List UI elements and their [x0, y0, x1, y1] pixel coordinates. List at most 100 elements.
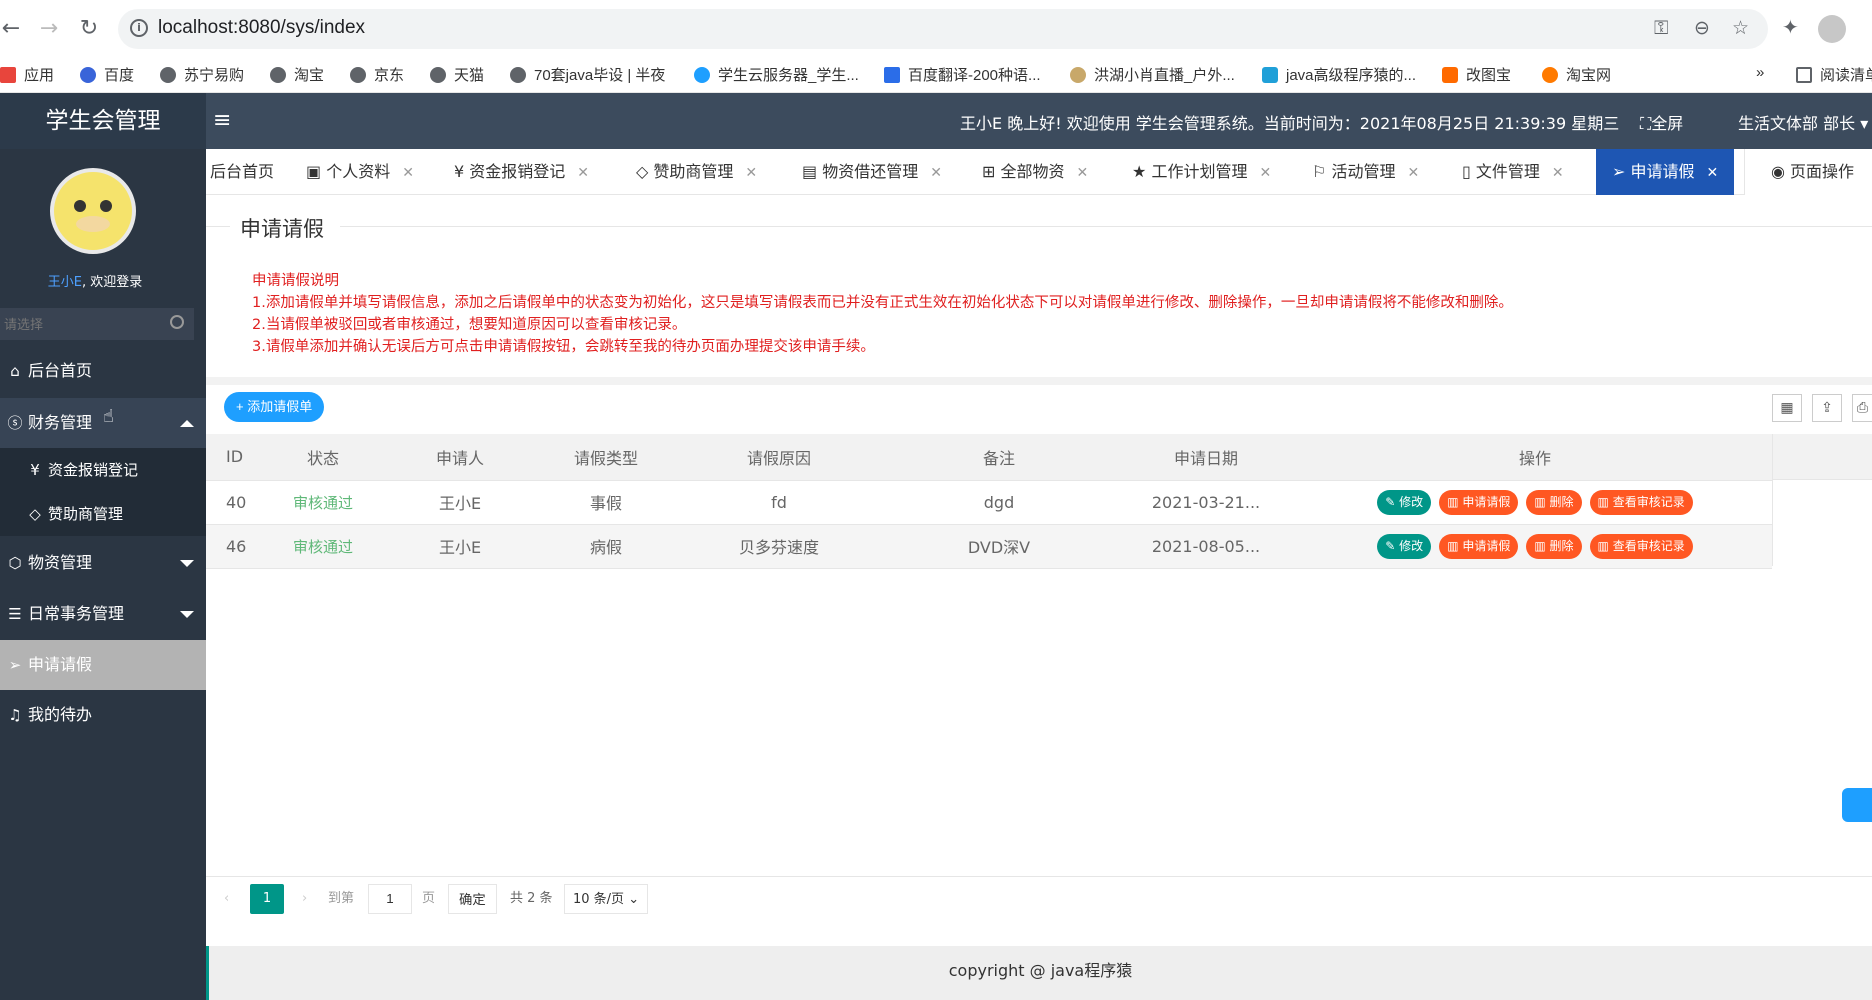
forward-icon[interactable]: →	[38, 14, 60, 44]
bookmark-gaitubao[interactable]: 改图宝	[1442, 64, 1511, 85]
tab-sponsor[interactable]: ◇ 赞助商管理 ✕	[636, 149, 757, 195]
tab-leave[interactable]: ➢ 申请请假 ✕	[1596, 149, 1735, 195]
info-icon[interactable]: i	[130, 19, 148, 37]
sidebar-search-input[interactable]	[0, 308, 160, 340]
tab-profile[interactable]: ▣ 个人资料 ✕	[306, 149, 414, 195]
sidebar-item-reimbursement[interactable]: ¥ 资金报销登记	[0, 448, 206, 492]
edit-button[interactable]: ✎ 修改	[1377, 533, 1432, 559]
grid-icon: ⊞	[982, 162, 1001, 181]
page-number-current[interactable]: 1	[250, 884, 284, 914]
column-header[interactable]: 申请日期	[1114, 434, 1298, 481]
reload-icon[interactable]: ↻	[78, 14, 100, 44]
sidebar-item-todo[interactable]: ♫ 我的待办	[0, 690, 206, 740]
pencil-icon: ✎	[1385, 538, 1400, 553]
close-icon[interactable]: ✕	[1552, 165, 1564, 181]
delete-button[interactable]: ▥ 删除	[1526, 533, 1582, 559]
bookmark-student-cloud[interactable]: 学生云服务器_学生...	[694, 64, 859, 85]
sidebar-item-daily[interactable]: ☰ 日常事务管理	[0, 589, 206, 639]
profile-avatar-icon[interactable]	[1818, 15, 1846, 43]
tab-home[interactable]: 后台首页	[210, 149, 274, 195]
bookmark-bilibili[interactable]: java高级程序猿的...	[1262, 64, 1416, 85]
apply-leave-button[interactable]: ▥ 申请请假	[1439, 533, 1519, 559]
tab-bar: 后台首页 ▣ 个人资料 ✕ ¥ 资金报销登记 ✕ ◇ 赞助商管理 ✕ ▤ 物资借还管理…	[206, 149, 1872, 195]
close-icon[interactable]: ✕	[1259, 165, 1271, 181]
close-icon[interactable]: ✕	[402, 165, 414, 181]
tab-files[interactable]: ▯ 文件管理 ✕	[1462, 149, 1564, 195]
url-text[interactable]: localhost:8080/sys/index	[158, 17, 365, 39]
apply-leave-button[interactable]: ▥ 申请请假	[1439, 489, 1519, 515]
sidebar-item-materials[interactable]: ⬡ 物资管理	[0, 538, 206, 588]
close-icon[interactable]: ✕	[1707, 165, 1719, 181]
column-header[interactable]: 状态	[264, 434, 382, 481]
fullscreen-button[interactable]: ⛶全屏	[1640, 110, 1683, 134]
bookmark-taobao-net[interactable]: 淘宝网	[1542, 64, 1611, 85]
cell-status: 审核通过	[264, 524, 382, 569]
bookmark-jd[interactable]: 京东	[350, 64, 404, 85]
key-icon[interactable]: ⚿	[1654, 17, 1668, 39]
zoom-icon[interactable]: ⊖	[1694, 17, 1710, 39]
columns-icon[interactable]: ▦	[1772, 394, 1802, 422]
tab-all-materials[interactable]: ⊞ 全部物资 ✕	[982, 149, 1088, 195]
table-row[interactable]: 40 审核通过 王小E 事假 fd dgd 2021-03-21... ✎ 修改…	[206, 480, 1772, 525]
bookmark-baidu[interactable]: 百度	[80, 64, 134, 85]
print-icon[interactable]: ⎙	[1852, 394, 1872, 422]
tab-activity[interactable]: ⚐ 活动管理 ✕	[1312, 149, 1419, 195]
table-row[interactable]: 46 审核通过 王小E 病假 贝多芬速度 DVD深V 2021-08-05...…	[206, 524, 1772, 569]
edit-button[interactable]: ✎ 修改	[1377, 489, 1432, 515]
bookmark-baidu-translate[interactable]: 百度翻译-200种语...	[884, 64, 1041, 85]
cube-icon: ⬡	[8, 554, 22, 572]
tab-work-plan[interactable]: ★ 工作计划管理 ✕	[1132, 149, 1271, 195]
view-audit-button[interactable]: ▥ 查看审核记录	[1589, 489, 1693, 515]
view-audit-button[interactable]: ▥ 查看审核记录	[1589, 533, 1693, 559]
column-header[interactable]: 备注	[884, 434, 1114, 481]
column-header[interactable]: ID	[206, 434, 264, 481]
bookmark-reading-list[interactable]: 阅读清单	[1796, 64, 1872, 85]
bookmark-taobao[interactable]: 淘宝	[270, 64, 324, 85]
bookmark-tmall[interactable]: 天猫	[430, 64, 484, 85]
close-icon[interactable]: ✕	[1077, 165, 1089, 181]
delete-button[interactable]: ▥ 删除	[1526, 489, 1582, 515]
user-dept-dropdown[interactable]: 生活文体部 部长 ▾	[1738, 110, 1868, 134]
extensions-icon[interactable]: ✦	[1782, 15, 1799, 39]
trash-icon: ▥	[1447, 538, 1463, 553]
close-icon[interactable]: ✕	[745, 165, 757, 181]
close-icon[interactable]: ✕	[930, 165, 942, 181]
close-icon[interactable]: ✕	[577, 165, 589, 181]
footer: copyright @ java程序猿	[206, 946, 1872, 1000]
prev-page-icon[interactable]: ‹	[224, 884, 229, 914]
sidebar-item-leave[interactable]: ➢ 申请请假	[0, 640, 206, 690]
user-name-link[interactable]: 王小E	[48, 275, 82, 290]
sidebar-search	[0, 308, 194, 340]
column-header[interactable]: 请假原因	[674, 434, 884, 481]
bookmark-suning[interactable]: 苏宁易购	[160, 64, 244, 85]
star-icon[interactable]: ☆	[1732, 17, 1749, 39]
bookmark-live[interactable]: 洪湖小肖直播_户外...	[1070, 64, 1235, 85]
column-header[interactable]: 申请人	[382, 434, 538, 481]
sidebar-item-home[interactable]: ⌂ 后台首页	[0, 346, 206, 396]
close-icon[interactable]: ✕	[1407, 165, 1419, 181]
next-page-icon[interactable]: ›	[302, 884, 307, 914]
column-header[interactable]: 请假类型	[538, 434, 674, 481]
search-icon[interactable]	[170, 315, 184, 329]
back-icon[interactable]: ←	[0, 14, 22, 44]
goto-page-input[interactable]	[368, 884, 412, 914]
sidebar-item-sponsor[interactable]: ◇ 赞助商管理	[0, 492, 206, 536]
diamond-icon: ◇	[29, 505, 41, 523]
menu-toggle-icon[interactable]: ≡	[213, 108, 231, 133]
column-header[interactable]: 操作	[1298, 434, 1772, 481]
goto-confirm-button[interactable]: 确定	[448, 884, 497, 914]
tab-reimbursement[interactable]: ¥ 资金报销登记 ✕	[454, 149, 589, 195]
export-icon[interactable]: ⇪	[1812, 394, 1842, 422]
address-bar[interactable]: i localhost:8080/sys/index ⚿ ⊖ ☆	[118, 9, 1768, 49]
bookmark-java-projects[interactable]: 70套java毕设 | 半夜	[510, 64, 665, 85]
tab-borrow[interactable]: ▤ 物资借还管理 ✕	[802, 149, 942, 195]
star-icon: ★	[1132, 162, 1152, 181]
bookmarks-more[interactable]: »	[1756, 64, 1764, 81]
add-leave-button[interactable]: + 添加请假单	[224, 392, 325, 422]
page-size-select[interactable]: 10 条/页 ⌄	[564, 884, 649, 914]
plus-icon: +	[236, 399, 248, 414]
page-ops-dropdown[interactable]: ◉ 页面操作	[1744, 149, 1872, 195]
floating-cloud-icon[interactable]	[1842, 788, 1872, 822]
diamond-icon: ◇	[636, 162, 654, 181]
bookmark-apps[interactable]: 应用	[0, 64, 54, 85]
